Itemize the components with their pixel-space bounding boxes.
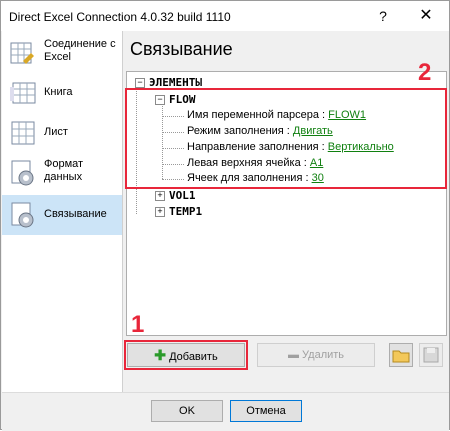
- sidebar-item-sheet[interactable]: Лист: [2, 113, 122, 153]
- expand-icon[interactable]: +: [155, 207, 165, 217]
- close-button[interactable]: ✕: [411, 5, 441, 27]
- workbook-icon: [9, 79, 37, 107]
- minus-icon: ▬: [287, 349, 299, 361]
- dialog-window: Direct Excel Connection 4.0.32 build 111…: [0, 0, 450, 431]
- tree-node-vol1[interactable]: VOL1: [169, 189, 196, 202]
- tree-node-temp1[interactable]: TEMP1: [169, 205, 202, 218]
- sidebar-item-data-format[interactable]: Формат данных: [2, 153, 122, 197]
- excel-connection-icon: [9, 39, 37, 67]
- annotation-box-add: [124, 340, 248, 370]
- ok-button[interactable]: OK: [151, 400, 223, 422]
- binding-icon: [9, 201, 37, 229]
- sidebar-item-label: Соединение с Excel: [44, 38, 116, 63]
- footer-bar: OK Отмена: [2, 392, 449, 431]
- annotation-label-2: 2: [418, 59, 432, 86]
- expand-icon[interactable]: +: [155, 191, 165, 201]
- annotation-box-flow: [125, 88, 447, 189]
- collapse-icon[interactable]: −: [135, 78, 145, 88]
- delete-button-label: Удалить: [302, 349, 345, 361]
- save-button[interactable]: [419, 343, 443, 367]
- delete-button[interactable]: ▬ Удалить: [257, 343, 375, 367]
- sidebar-item-label: Книга: [44, 86, 73, 98]
- sidebar-item-workbook[interactable]: Книга: [2, 73, 122, 113]
- cancel-button[interactable]: Отмена: [230, 400, 302, 422]
- sidebar: Соединение с Excel Книга Лист Формат дан…: [2, 31, 123, 392]
- sidebar-item-label: Формат данных: [44, 158, 84, 183]
- help-button[interactable]: ?: [371, 5, 395, 27]
- disk-icon: [420, 347, 442, 369]
- sidebar-item-label: Связывание: [44, 208, 107, 220]
- sidebar-item-binding[interactable]: Связывание: [2, 195, 122, 235]
- folder-icon: [390, 350, 412, 369]
- page-title: Связывание: [130, 39, 233, 59]
- sidebar-item-label: Лист: [44, 126, 68, 138]
- sidebar-item-excel-connection[interactable]: Соединение с Excel: [2, 33, 122, 73]
- annotation-label-1: 1: [131, 311, 145, 338]
- open-folder-button[interactable]: [389, 343, 413, 367]
- sheet-icon: [9, 119, 37, 147]
- title-bar: Direct Excel Connection 4.0.32 build 111…: [1, 1, 449, 31]
- window-title: Direct Excel Connection 4.0.32 build 111…: [9, 10, 231, 24]
- data-format-icon: [9, 159, 37, 187]
